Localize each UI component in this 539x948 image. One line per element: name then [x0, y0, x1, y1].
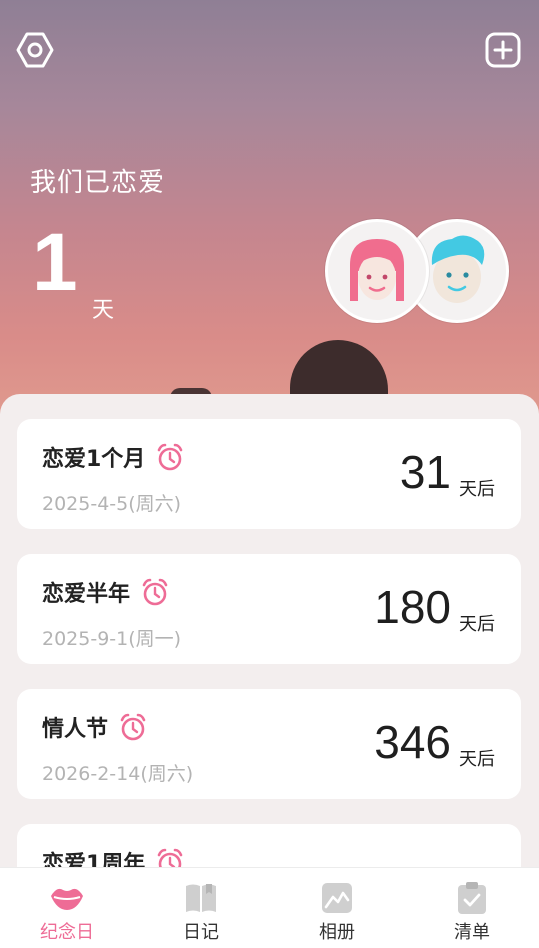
anniversary-list[interactable]: 恋爱1个月 2025-4-5(周六) 31 天后 恋爱半年 2025-9-1(周… — [0, 394, 539, 874]
card-days-unit: 天后 — [459, 749, 495, 770]
card-date: 2026-2-14(周六) — [42, 763, 194, 785]
album-icon — [321, 880, 353, 916]
bottom-nav: 纪念日 日记 相册 清单 — [0, 867, 539, 948]
card-title-row: 恋爱半年 — [42, 576, 170, 608]
card-title-row: 情人节 — [42, 711, 148, 743]
alarm-clock-icon — [155, 442, 185, 472]
card-days-unit: 天后 — [459, 479, 495, 500]
card-date: 2025-4-5(周六) — [42, 493, 182, 515]
nav-tab-anniversary[interactable]: 纪念日 — [0, 868, 134, 948]
anniversary-card[interactable]: 恋爱半年 2025-9-1(周一) 180 天后 — [17, 554, 521, 664]
alarm-clock-icon — [140, 577, 170, 607]
love-duration-label: 我们已恋爱 — [30, 168, 166, 198]
hero-banner: 我们已恋爱 1 天 — [0, 0, 539, 420]
checklist-icon — [457, 880, 487, 916]
nav-tab-label: 相册 — [319, 922, 355, 943]
nav-tab-label: 纪念日 — [40, 922, 94, 943]
settings-hexagon-icon — [16, 32, 54, 68]
card-title: 恋爱半年 — [42, 582, 131, 607]
book-icon — [184, 880, 218, 916]
card-title-row: 恋爱1个月 — [42, 441, 185, 473]
lips-icon — [49, 880, 85, 916]
anniversary-card[interactable]: 情人节 2026-2-14(周六) 346 天后 — [17, 689, 521, 799]
nav-tab-diary[interactable]: 日记 — [134, 868, 268, 948]
girl-face-icon — [350, 239, 404, 301]
settings-button[interactable] — [15, 30, 55, 70]
nav-tab-label: 日记 — [183, 922, 219, 943]
add-square-icon — [485, 32, 521, 68]
card-days-remaining: 31 — [399, 446, 451, 498]
card-title: 情人节 — [42, 717, 109, 742]
card-title: 恋爱1个月 — [42, 447, 146, 472]
alarm-clock-icon — [118, 712, 148, 742]
love-days-count: 1 — [32, 217, 78, 308]
love-days-unit: 天 — [92, 298, 115, 323]
anniversary-card[interactable]: 恋爱1个月 2025-4-5(周六) 31 天后 — [17, 419, 521, 529]
boy-face-icon — [431, 235, 485, 303]
nav-tab-label: 清单 — [454, 922, 490, 943]
nav-tab-album[interactable]: 相册 — [270, 868, 404, 948]
card-date: 2025-9-1(周一) — [42, 628, 182, 650]
card-days-remaining: 180 — [374, 581, 451, 633]
add-anniversary-button[interactable] — [483, 30, 523, 70]
avatar-girl[interactable] — [325, 219, 429, 323]
card-days-unit: 天后 — [459, 614, 495, 635]
nav-tab-checklist[interactable]: 清单 — [405, 868, 539, 948]
card-days-remaining: 346 — [374, 716, 451, 768]
